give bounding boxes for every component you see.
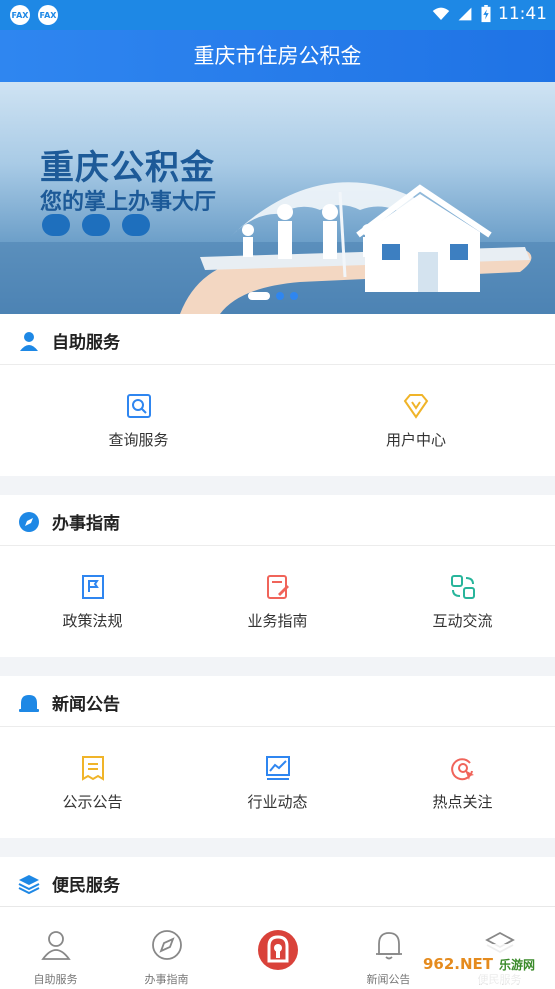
item-label: 用户中心	[385, 431, 446, 449]
tab-label: 办事指南	[144, 973, 189, 986]
fax-app-icon: FAX	[38, 5, 58, 25]
home-center-icon	[257, 930, 298, 970]
search-doc-icon	[126, 394, 151, 418]
item-label: 热点关注	[432, 793, 493, 811]
tab-self-service[interactable]: 自助服务	[0, 907, 111, 989]
clock: 11:41	[498, 4, 547, 24]
policy-button[interactable]: 政策法规	[0, 546, 185, 656]
banner-subtitle: 您的掌上办事大厅	[40, 190, 217, 215]
person-icon	[20, 332, 38, 351]
hotspot-icon	[450, 758, 474, 781]
item-label: 互动交流	[432, 612, 493, 630]
wifi-icon	[432, 7, 450, 20]
carousel-indicator	[248, 292, 298, 300]
banner-carousel[interactable]: 重庆公积金 您的掌上办事大厅	[0, 82, 555, 314]
banner-title: 重庆公积金	[40, 148, 215, 188]
watermark-subtext: 乐游网	[499, 957, 536, 972]
bell-icon	[19, 695, 39, 712]
watermark-logo: 962.NET 乐游网	[409, 944, 549, 984]
signal-icon	[458, 7, 472, 21]
section-self-service: 自助服务 查询服务 用户中心	[0, 314, 555, 476]
person-outline-icon	[40, 931, 71, 960]
carousel-dot-active[interactable]	[248, 292, 270, 300]
tab-guide[interactable]: 办事指南	[111, 907, 222, 989]
section-convenience: 便民服务	[0, 857, 555, 908]
item-label: 查询服务	[108, 431, 169, 449]
layers-icon	[18, 875, 40, 895]
user-center-button[interactable]: 用户中心	[277, 365, 555, 475]
page-title: 重庆市住房公积金	[193, 44, 362, 68]
watermark-text: 962.NET	[422, 955, 494, 973]
industry-news-button[interactable]: 行业动态	[185, 727, 370, 837]
compass-icon	[19, 512, 39, 532]
tab-home[interactable]	[222, 907, 333, 989]
tab-label: 自助服务	[33, 973, 78, 986]
section-header: 办事指南	[0, 495, 555, 546]
section-title: 便民服务	[52, 876, 120, 896]
section-header: 便民服务	[0, 857, 555, 908]
bell-outline-icon	[375, 932, 402, 960]
business-guide-button[interactable]: 业务指南	[185, 546, 370, 656]
section-header: 自助服务	[0, 314, 555, 365]
wechat-icon	[42, 214, 70, 236]
section-title: 新闻公告	[52, 695, 120, 715]
exchange-icon	[450, 575, 475, 599]
hotspot-button[interactable]: 热点关注	[370, 727, 555, 837]
item-label: 公示公告	[62, 793, 123, 811]
section-header: 新闻公告	[0, 676, 555, 727]
notification-icons: FAX FAX	[10, 5, 58, 25]
compass-outline-icon	[151, 930, 182, 960]
section-title: 办事指南	[52, 514, 120, 534]
section-guide: 办事指南 政策法规 业务指南 互动交流	[0, 495, 555, 657]
notice-icon	[81, 756, 104, 781]
battery-charging-icon	[481, 5, 491, 23]
interaction-button[interactable]: 互动交流	[370, 546, 555, 656]
flag-doc-icon	[81, 575, 104, 599]
carousel-dot[interactable]	[290, 292, 298, 300]
computer-icon	[122, 214, 150, 236]
status-bar: FAX FAX 11:41	[0, 0, 555, 30]
item-label: 行业动态	[247, 793, 308, 811]
fax-app-icon: FAX	[10, 5, 30, 25]
item-label: 业务指南	[247, 612, 308, 630]
app-header: 重庆市住房公积金	[0, 30, 555, 82]
diamond-icon	[403, 394, 429, 419]
edit-doc-icon	[266, 575, 289, 599]
item-label: 政策法规	[62, 612, 123, 630]
trend-chart-icon	[265, 756, 290, 780]
public-notice-button[interactable]: 公示公告	[0, 727, 185, 837]
carousel-dot[interactable]	[276, 292, 284, 300]
query-service-button[interactable]: 查询服务	[0, 365, 277, 475]
section-news: 新闻公告 公示公告 行业动态 热点关注	[0, 676, 555, 838]
section-title: 自助服务	[52, 333, 120, 353]
app-store-icon	[82, 214, 110, 236]
